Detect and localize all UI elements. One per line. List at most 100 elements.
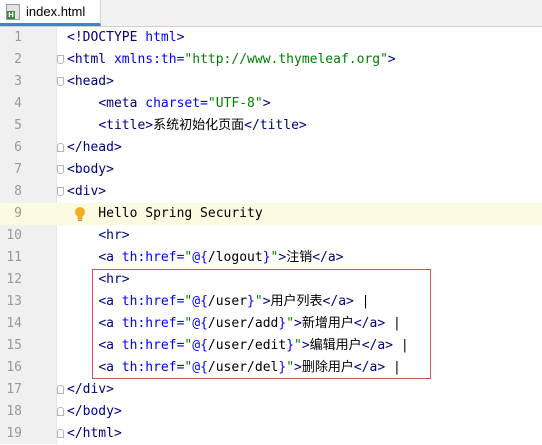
- code-token: @{: [192, 338, 208, 353]
- code-line[interactable]: 16 <a th:href="@{/user/del}">删除用户</a> |: [0, 357, 542, 379]
- code-line[interactable]: 11 <a th:href="@{/logout}">注销</a>: [0, 247, 542, 269]
- fold-close-icon[interactable]: [57, 407, 64, 416]
- code-token: >: [294, 360, 302, 375]
- code-token: </html>: [67, 426, 122, 441]
- code-text: <html xmlns:th="http://www.thymeleaf.org…: [67, 49, 396, 71]
- code-token: ": [254, 294, 263, 309]
- fold-open-icon[interactable]: [57, 77, 64, 86]
- code-text: <head>: [67, 71, 114, 93]
- code-token: <div>: [67, 184, 107, 199]
- code-text: </html>: [67, 423, 122, 445]
- file-tab[interactable]: H index.html: [0, 0, 101, 26]
- code-token: >: [294, 316, 302, 331]
- code-token: </a>: [312, 250, 344, 265]
- code-line[interactable]: 2 <html xmlns:th="http://www.thymeleaf.or…: [0, 49, 542, 71]
- line-number: 2: [14, 52, 22, 67]
- fold-close-icon[interactable]: [57, 143, 64, 152]
- code-token: 删除用户: [301, 360, 354, 375]
- line-number: 5: [14, 118, 22, 133]
- code-token: ": [286, 360, 295, 375]
- fold-close-icon[interactable]: [57, 429, 64, 438]
- line-number: 9: [0, 203, 22, 225]
- fold-open-icon[interactable]: [57, 55, 64, 64]
- file-tab-label: index.html: [26, 4, 86, 19]
- code-line[interactable]: 18 </body>: [0, 401, 542, 423]
- code-token: </a>: [353, 316, 386, 331]
- code-token: <head>: [67, 74, 114, 89]
- code-token: </a>: [322, 294, 354, 309]
- code-token: @{: [192, 250, 208, 265]
- code-token: /user/edit: [207, 338, 287, 353]
- code-token: >: [262, 96, 271, 111]
- code-text: <a th:href="@{/logout}">注销</a>: [67, 247, 344, 269]
- line-number: 19: [6, 426, 22, 441]
- code-line[interactable]: 9 Hello Spring Security: [0, 203, 542, 225]
- code-line[interactable]: 4 <meta charset="UTF-8">: [0, 93, 542, 115]
- line-number: 11: [6, 250, 22, 265]
- code-line[interactable]: 12 <hr>: [0, 269, 542, 291]
- code-token: @{: [192, 360, 208, 375]
- code-text: <!DOCTYPE html>: [67, 27, 184, 49]
- code-editor[interactable]: 1 <!DOCTYPE html> 2 <html xmlns:th="http://…: [0, 27, 542, 444]
- code-line[interactable]: 7 <body>: [0, 159, 542, 181]
- code-line[interactable]: 8 <div>: [0, 181, 542, 203]
- html-file-icon: H: [6, 3, 20, 20]
- code-line[interactable]: 3 <head>: [0, 71, 542, 93]
- code-line[interactable]: 19 </html>: [0, 423, 542, 445]
- code-text: <a th:href="@{/user/edit}">编辑用户</a> |: [67, 335, 408, 357]
- code-token: th:href: [121, 294, 177, 309]
- code-token: th:href: [121, 316, 177, 331]
- line-number: 15: [6, 338, 22, 353]
- code-line[interactable]: 10 <hr>: [0, 225, 542, 247]
- code-token: <hr>: [98, 272, 130, 287]
- code-line[interactable]: 5 <title>系统初始化页面</title>: [0, 115, 542, 137]
- code-text: <a th:href="@{/user/add}">新增用户</a> |: [67, 313, 401, 335]
- code-token: }: [262, 250, 271, 265]
- code-token: /user: [207, 294, 248, 309]
- code-line[interactable]: 17 </div>: [0, 379, 542, 401]
- code-text: <body>: [67, 159, 114, 181]
- code-line[interactable]: 6 </head>: [0, 137, 542, 159]
- code-line[interactable]: 13 <a th:href="@{/user}">用户列表</a> |: [0, 291, 542, 313]
- code-token: </body>: [67, 404, 122, 419]
- code-token: 用户列表: [270, 294, 323, 309]
- fold-close-icon[interactable]: [57, 385, 64, 394]
- code-token: html: [145, 30, 177, 45]
- line-number: 17: [6, 382, 22, 397]
- code-token: 系统初始化页面: [153, 118, 245, 133]
- line-number: 13: [6, 294, 22, 309]
- line-number: 14: [6, 316, 22, 331]
- line-number: 10: [6, 228, 22, 243]
- code-text: Hello Spring Security: [67, 203, 262, 225]
- code-token: =: [200, 96, 208, 111]
- code-token: |: [385, 360, 401, 375]
- code-line[interactable]: 14 <a th:href="@{/user/add}">新增用户</a> |: [0, 313, 542, 335]
- code-token: ": [286, 316, 295, 331]
- code-token: <meta: [98, 96, 146, 111]
- code-token: /logout: [207, 250, 263, 265]
- line-number: 16: [6, 360, 22, 375]
- code-token: <a: [98, 250, 122, 265]
- code-line[interactable]: 1 <!DOCTYPE html>: [0, 27, 542, 49]
- line-number: 18: [6, 404, 22, 419]
- fold-open-icon[interactable]: [57, 165, 64, 174]
- code-token: }: [286, 338, 295, 353]
- code-token: <a: [98, 338, 122, 353]
- editor-tab-bar: H index.html: [0, 0, 542, 27]
- code-token: <title>: [98, 118, 154, 133]
- code-token: </head>: [67, 140, 122, 155]
- code-text: <a th:href="@{/user}">用户列表</a> |: [67, 291, 369, 313]
- code-token: >: [176, 30, 185, 45]
- code-token: <a: [98, 294, 122, 309]
- code-token: 编辑用户: [309, 338, 362, 353]
- fold-open-icon[interactable]: [57, 187, 64, 196]
- code-token: >: [262, 294, 271, 309]
- code-text: <hr>: [67, 269, 130, 291]
- code-token: </div>: [67, 382, 114, 397]
- code-line[interactable]: 15 <a th:href="@{/user/edit}">编辑用户</a> |: [0, 335, 542, 357]
- code-text: <a th:href="@{/user/del}">删除用户</a> |: [67, 357, 401, 379]
